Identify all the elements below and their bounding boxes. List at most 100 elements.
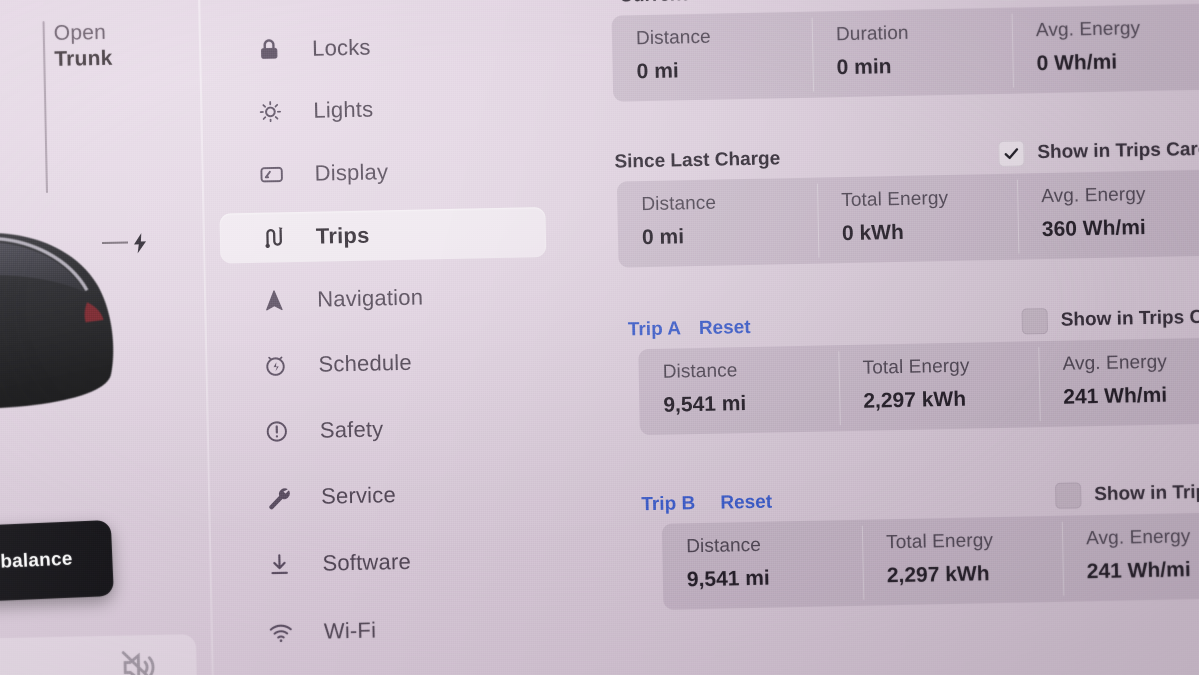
section-title[interactable]: Trip B (641, 493, 695, 516)
stat-cell: Duration 0 min (812, 8, 1014, 98)
stat-value: 360 Wh/mi (1041, 216, 1147, 242)
stats-card: Distance 9,541 mi Total Energy 2,297 kWh Avg… (661, 511, 1199, 610)
tesla-touchscreen: Open Trunk balance Locks Lights Display … (0, 0, 1199, 675)
download-icon (262, 547, 297, 582)
vehicle-image[interactable] (0, 175, 141, 420)
settings-sidebar[interactable]: Locks Lights Display Trips Navigation Schedul… (207, 0, 596, 675)
stat-label: Distance (662, 360, 738, 383)
stat-label: Avg. Energy (1041, 184, 1146, 208)
sidebar-item-label: Display (314, 159, 389, 186)
stat-value: 0 mi (641, 225, 685, 250)
trunk-callout-rule (42, 21, 48, 194)
sidebar-item-lights[interactable]: Lights (217, 81, 544, 138)
stat-label: Total Energy (885, 530, 994, 554)
sidebar-item-label: Locks (311, 34, 371, 61)
lock-icon (252, 32, 287, 67)
trips-section: Since Last Charge Show in Trips Card Dista… (592, 137, 1199, 268)
show-in-trips-card-toggle[interactable]: Show in Trips Card (1021, 304, 1199, 335)
sidebar-item-label: Service (320, 482, 397, 509)
display-icon (254, 157, 289, 192)
stat-value: 0 Wh/mi (1036, 50, 1118, 76)
sidebar-item-label: Software (322, 548, 412, 576)
stat-value: 241 Wh/mi (1063, 383, 1168, 409)
wrench-icon (261, 480, 296, 515)
stat-cell: Total Energy 2,297 kWh (838, 341, 1040, 431)
stat-cell: Total Energy 2,297 kWh (862, 516, 1064, 606)
show-in-trips-card-toggle[interactable]: Show in Trips Card (1055, 479, 1199, 509)
checkbox-unchecked-icon[interactable] (1021, 308, 1049, 335)
trips-section: Trip B Reset Show in Trips Card Distance 9,5… (619, 479, 1199, 610)
sidebar-item-locks[interactable]: Locks (216, 19, 543, 76)
sidebar-item-software[interactable]: Software (226, 534, 553, 591)
stat-value: 9,541 mi (663, 392, 747, 417)
trunk-action-label: Open (53, 20, 107, 45)
stat-value: 241 Wh/mi (1086, 558, 1191, 584)
stat-cell: Avg. Energy 241 Wh/mi (1038, 337, 1199, 427)
trips-route-icon (256, 220, 291, 255)
toggle-label: Show in Trips Card (1037, 138, 1199, 164)
stat-label: Avg. Energy (1085, 526, 1191, 550)
reset-button[interactable]: Reset (699, 317, 751, 340)
stat-label: Distance (686, 534, 762, 558)
section-title: Current Drive (619, 0, 741, 8)
toggle-label: Show in Trips Card (1094, 481, 1199, 506)
sidebar-item-label: Schedule (318, 349, 413, 377)
stat-cell: Distance 9,541 mi (638, 345, 840, 435)
sidebar-item-schedule[interactable]: Schedule (222, 335, 549, 392)
balance-toast[interactable]: balance (0, 519, 114, 604)
stat-value: 0 mi (636, 59, 679, 84)
section-title[interactable]: Trip A (628, 318, 682, 341)
stats-card: Distance 9,541 mi Total Energy 2,297 kWh Avg… (638, 337, 1199, 436)
stat-cell: Avg. Energy 360 Wh/mi (1017, 170, 1199, 260)
stat-label: Distance (635, 26, 711, 50)
sidebar-item-service[interactable]: Service (225, 467, 552, 524)
sidebar-item-wi-fi[interactable]: Wi-Fi (227, 602, 554, 659)
stat-label: Total Energy (841, 187, 949, 212)
balance-toast-label: balance (0, 548, 73, 573)
charging-bolt-icon (133, 233, 147, 254)
stat-value: 0 min (836, 55, 892, 80)
sidebar-item-label: Navigation (316, 284, 424, 312)
show-in-trips-card-toggle[interactable]: Show in Trips Card (998, 137, 1199, 167)
stat-label: Avg. Energy (1062, 351, 1168, 375)
sidebar-item-display[interactable]: Display (218, 144, 545, 201)
stat-cell: Total Energy 0 kWh (817, 174, 1019, 264)
reset-button[interactable]: Reset (720, 492, 772, 515)
checkbox-checked-icon[interactable] (994, 0, 1022, 1)
stats-card: Distance 0 mi Total Energy 0 kWh Avg. Energy… (616, 169, 1199, 268)
stat-cell: Avg. Energy 241 Wh/mi (1062, 512, 1199, 602)
show-in-trips-card-toggle[interactable]: Show in Trips Card (994, 0, 1199, 1)
stat-label: Total Energy (862, 355, 970, 379)
toggle-label: Show in Trips Card (1060, 306, 1199, 331)
stat-label: Distance (641, 192, 717, 216)
sidebar-item-label: Safety (319, 416, 384, 443)
stat-value: 2,297 kWh (863, 387, 967, 413)
stat-label: Avg. Energy (1035, 18, 1141, 42)
checkbox-checked-icon[interactable] (998, 140, 1025, 167)
sidebar-item-navigation[interactable]: Navigation (221, 270, 548, 327)
mute-speaker-icon[interactable] (118, 647, 159, 675)
sidebar-item-label: Lights (313, 96, 374, 123)
stat-value: 9,541 mi (686, 566, 771, 592)
stat-cell: Distance 9,541 mi (662, 520, 864, 610)
stat-value: 0 kWh (841, 220, 905, 246)
stat-cell: Avg. Energy 0 Wh/mi (1011, 4, 1199, 94)
sidebar-item-label: Trips (315, 222, 370, 249)
trips-content-panel: Current Drive Reset Show in Trips Card Dist… (583, 0, 1199, 675)
reset-button[interactable]: Reset (749, 0, 801, 5)
checkbox-unchecked-icon[interactable] (1055, 482, 1082, 509)
navigation-arrow-icon (257, 283, 292, 318)
stat-cell: Distance 0 mi (612, 12, 814, 102)
stat-cell: Distance 0 mi (617, 178, 819, 268)
schedule-clock-icon (258, 348, 293, 383)
sidebar-item-trips[interactable]: Trips (219, 207, 547, 264)
stats-card: Distance 0 mi Duration 0 min Avg. Energy 0 Wh… (611, 3, 1199, 102)
charge-port-lead (101, 241, 129, 244)
stat-label: Duration (835, 22, 909, 46)
wifi-icon (264, 615, 299, 650)
lightbulb-icon (253, 94, 288, 129)
stat-value: 2,297 kWh (886, 562, 990, 588)
media-card-peek[interactable] (0, 634, 198, 675)
vehicle-status-panel: Open Trunk balance (0, 0, 221, 675)
sidebar-item-safety[interactable]: Safety (223, 401, 550, 458)
